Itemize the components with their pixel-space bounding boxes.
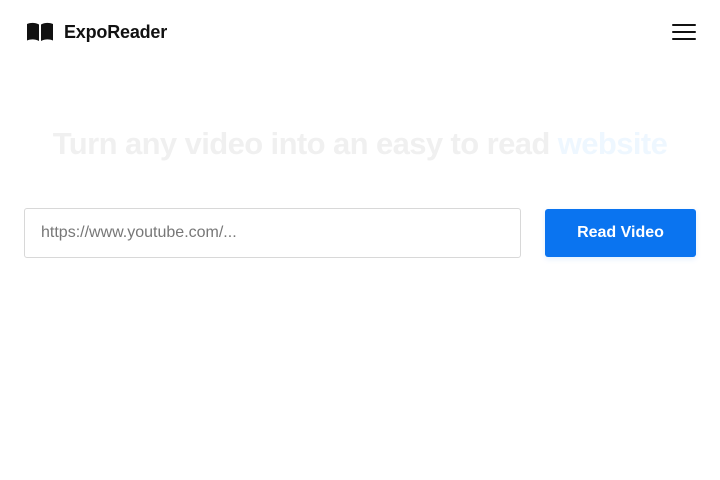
hamburger-bar [672, 31, 696, 33]
brand-name: ExpoReader [64, 21, 168, 42]
hamburger-bar [672, 38, 696, 40]
menu-button[interactable] [670, 21, 698, 43]
headline-main-text: Turn any video into an easy to read [52, 126, 558, 161]
headline-accent-text: website [557, 126, 668, 161]
read-video-button[interactable]: Read Video [545, 209, 696, 257]
open-book-icon [26, 22, 54, 42]
brand-logo-link[interactable]: ExpoReader [26, 21, 167, 43]
page: ExpoReader Turn any video into an easy t… [0, 0, 720, 480]
video-url-input[interactable] [24, 208, 521, 258]
hero-headline: Turn any video into an easy to read webs… [0, 126, 720, 162]
top-header: ExpoReader [0, 0, 720, 64]
hamburger-menu-icon [672, 24, 696, 26]
